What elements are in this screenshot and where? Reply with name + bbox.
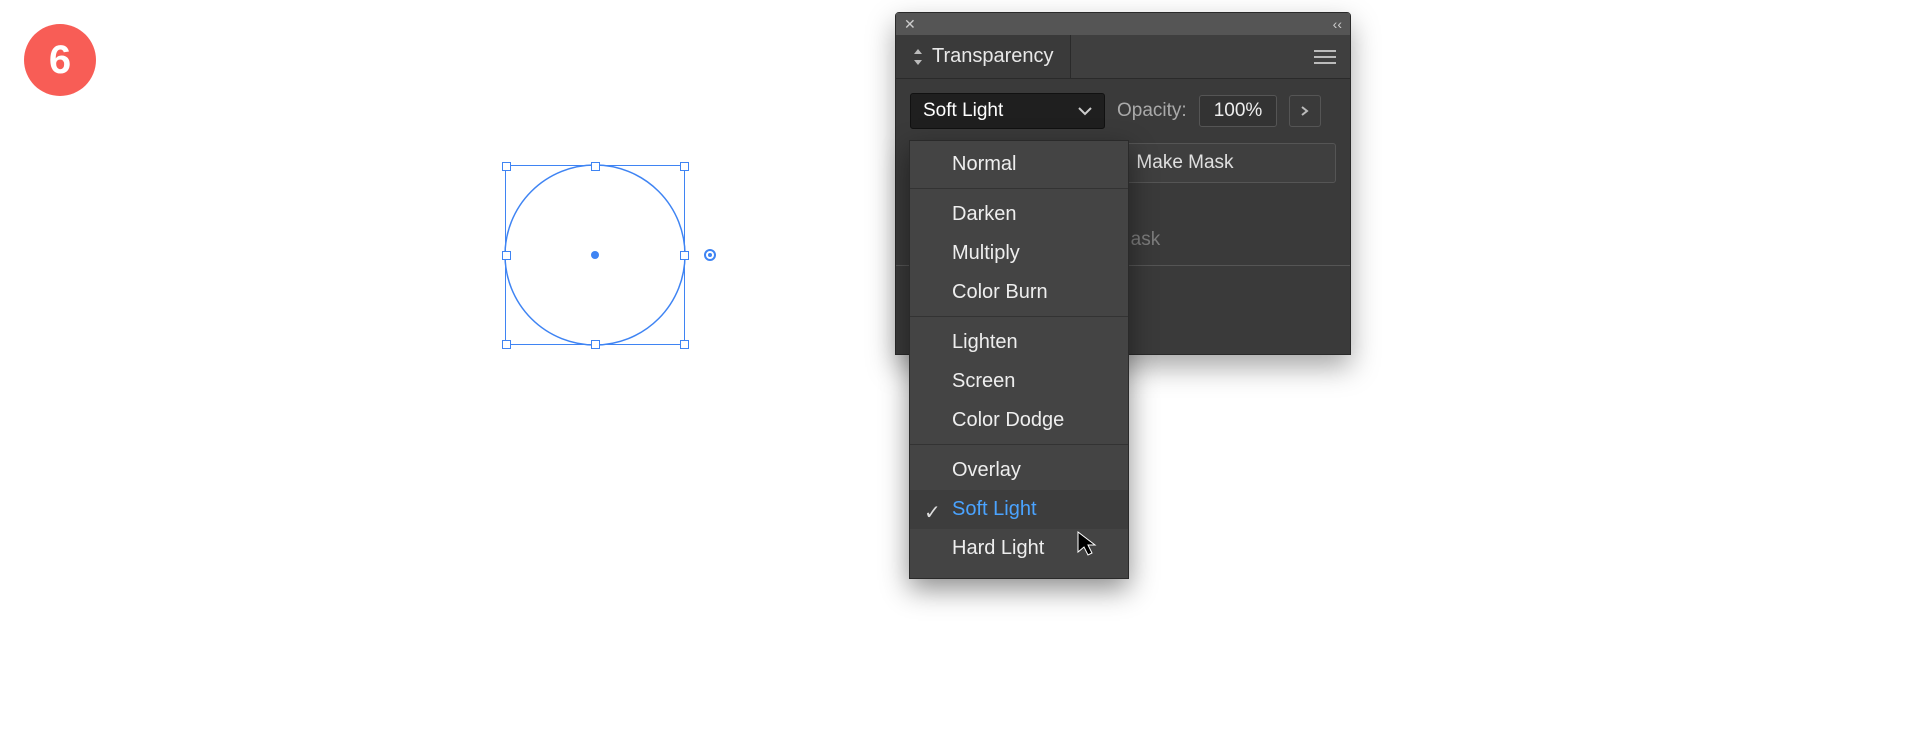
blend-mode-option[interactable]: Color Dodge xyxy=(910,401,1128,445)
blend-mode-option-label: Color Dodge xyxy=(952,409,1064,431)
resize-handle[interactable] xyxy=(502,162,511,171)
blend-mode-option-label: Overlay xyxy=(952,459,1021,481)
blend-mode-option[interactable]: Darken xyxy=(910,195,1128,234)
blend-mode-option[interactable]: Color Burn xyxy=(910,273,1128,317)
selection-center-indicator xyxy=(591,251,599,259)
resize-handle[interactable] xyxy=(680,251,689,260)
resize-handle[interactable] xyxy=(502,340,511,349)
blend-mode-option[interactable]: Overlay xyxy=(910,451,1128,490)
opacity-input[interactable]: 100% xyxy=(1199,95,1278,127)
panel-title: Transparency xyxy=(932,45,1054,68)
hamburger-icon xyxy=(1314,50,1336,64)
panel-titlebar[interactable]: ✕ ‹‹ xyxy=(896,13,1350,35)
resize-handle[interactable] xyxy=(502,251,511,260)
blend-mode-option-label: Multiply xyxy=(952,242,1020,264)
resize-handle[interactable] xyxy=(591,340,600,349)
blend-mode-option-label: Screen xyxy=(952,370,1015,392)
blend-mode-option[interactable]: ✓ Soft Light xyxy=(910,490,1128,529)
blend-mode-option-label: Hard Light xyxy=(952,537,1044,559)
blend-mode-option-label: Darken xyxy=(952,203,1016,225)
blend-mode-option[interactable]: Multiply xyxy=(910,234,1128,273)
step-number: 6 xyxy=(49,38,71,83)
chevron-down-icon xyxy=(1078,106,1092,116)
check-icon: ✓ xyxy=(924,500,941,525)
opacity-stepper[interactable] xyxy=(1289,95,1321,127)
selection-bounding-box[interactable] xyxy=(505,165,685,345)
resize-handle[interactable] xyxy=(591,162,600,171)
blend-mode-option[interactable]: Normal xyxy=(910,145,1128,189)
panel-menu-button[interactable] xyxy=(1300,40,1350,74)
blend-mode-option-label: Lighten xyxy=(952,331,1018,353)
collapse-icon[interactable]: ‹‹ xyxy=(1333,16,1342,32)
close-icon[interactable]: ✕ xyxy=(904,16,916,33)
blend-mode-option-label: Soft Light xyxy=(952,498,1037,520)
resize-handle[interactable] xyxy=(680,162,689,171)
cursor-pointer-icon xyxy=(1076,530,1098,556)
object-origin-indicator[interactable] xyxy=(704,249,716,261)
expand-collapse-icon[interactable] xyxy=(912,48,924,66)
resize-handle[interactable] xyxy=(680,340,689,349)
blend-mode-dropdown[interactable]: Normal Darken Multiply Color Burn Lighten Scr… xyxy=(909,140,1129,579)
tab-transparency[interactable]: Transparency xyxy=(896,35,1071,78)
blend-mode-select[interactable]: Soft Light xyxy=(910,93,1105,129)
opacity-label: Opacity: xyxy=(1117,100,1187,122)
step-number-badge: 6 xyxy=(24,24,96,96)
blend-mode-value: Soft Light xyxy=(923,100,1003,122)
blend-mode-option[interactable]: Screen xyxy=(910,362,1128,401)
blend-mode-option-label: Color Burn xyxy=(952,281,1048,303)
blend-mode-option[interactable]: Lighten xyxy=(910,323,1128,362)
blend-mode-option-label: Normal xyxy=(952,153,1016,175)
artboard[interactable] xyxy=(155,160,895,360)
